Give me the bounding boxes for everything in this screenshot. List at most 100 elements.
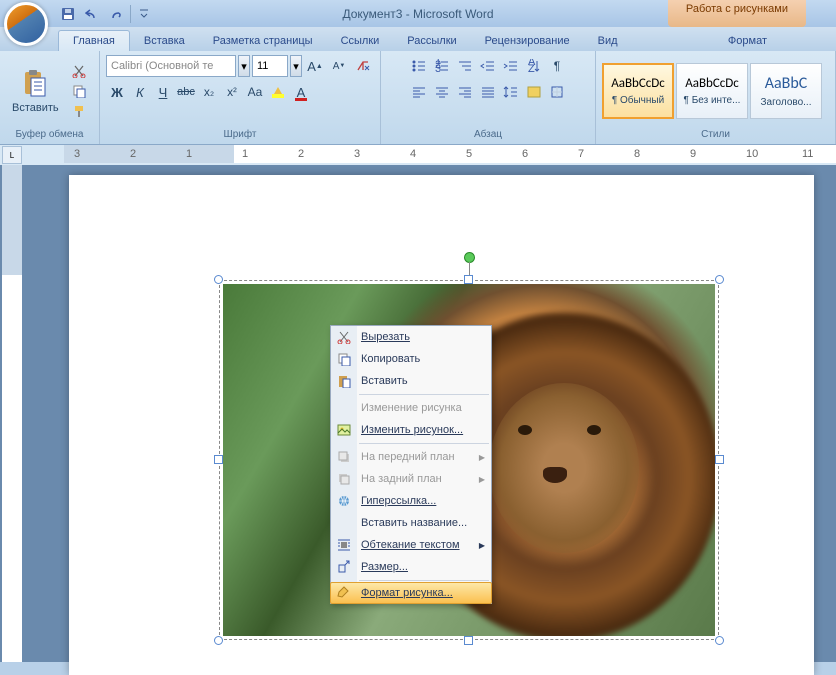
italic-icon[interactable]: К xyxy=(129,81,151,103)
grow-font-icon[interactable]: A▲ xyxy=(304,55,326,77)
horizontal-ruler[interactable]: 321123456789101112 xyxy=(64,145,836,163)
undo-icon[interactable] xyxy=(82,4,102,24)
bring-front-icon xyxy=(335,448,353,466)
clear-format-icon[interactable] xyxy=(352,55,374,77)
borders-icon[interactable] xyxy=(546,81,568,103)
highlight-icon[interactable] xyxy=(267,81,289,103)
copy-icon xyxy=(335,350,353,368)
vertical-ruler[interactable] xyxy=(2,165,22,662)
resize-handle-n[interactable] xyxy=(464,275,473,284)
superscript-icon[interactable]: x² xyxy=(221,81,243,103)
tab-mailings[interactable]: Рассылки xyxy=(393,31,470,51)
lion-eye xyxy=(518,425,532,435)
indent-inc-icon[interactable] xyxy=(500,55,522,77)
menu-label: Вставить название... xyxy=(361,517,467,529)
menu-insert-caption[interactable]: Вставить название... xyxy=(331,512,491,534)
wrap-icon xyxy=(335,536,353,554)
tab-insert[interactable]: Вставка xyxy=(130,31,199,51)
ruler-tick: 3 xyxy=(354,148,360,160)
tab-view[interactable]: Вид xyxy=(584,31,632,51)
menu-label: Размер... xyxy=(361,561,408,573)
font-color-icon[interactable]: A xyxy=(290,81,312,103)
pilcrow-icon[interactable]: ¶ xyxy=(546,55,568,77)
tab-review[interactable]: Рецензирование xyxy=(471,31,584,51)
justify-icon[interactable] xyxy=(477,81,499,103)
svg-text:3: 3 xyxy=(435,63,441,73)
tab-selector-icon[interactable]: L xyxy=(2,146,22,164)
format-painter-icon[interactable] xyxy=(69,102,89,120)
align-left-icon[interactable] xyxy=(408,81,430,103)
menu-size[interactable]: Размер... xyxy=(331,556,491,578)
align-center-icon[interactable] xyxy=(431,81,453,103)
style-no-spacing[interactable]: AaBbCcDc ¶ Без инте... xyxy=(676,63,748,119)
subscript-icon[interactable]: x₂ xyxy=(198,81,220,103)
send-back-icon xyxy=(335,470,353,488)
redo-icon[interactable] xyxy=(106,4,126,24)
menu-label: Копировать xyxy=(361,353,420,365)
bullets-icon[interactable] xyxy=(408,55,430,77)
menu-paste[interactable]: Вставить xyxy=(331,370,491,392)
bold-icon[interactable]: Ж xyxy=(106,81,128,103)
picture-icon xyxy=(335,421,353,439)
hyperlink-icon xyxy=(335,492,353,510)
style-label: ¶ Обычный xyxy=(612,95,664,106)
paste-icon xyxy=(335,372,353,390)
line-spacing-icon[interactable] xyxy=(500,81,522,103)
tab-home[interactable]: Главная xyxy=(58,30,130,51)
menu-label: Формат рисунка... xyxy=(361,587,453,599)
change-case-icon[interactable]: Aa xyxy=(244,81,266,103)
numbering-icon[interactable]: 123 xyxy=(431,55,453,77)
tab-references[interactable]: Ссылки xyxy=(327,31,394,51)
strike-icon[interactable]: abc xyxy=(175,81,197,103)
ruler-area: L 321123456789101112 xyxy=(0,145,836,165)
group-clipboard: Вставить Буфер обмена xyxy=(0,51,100,144)
font-name-input[interactable]: Calibri (Основной те xyxy=(106,55,236,77)
font-size-input[interactable]: 11 xyxy=(252,55,288,77)
shrink-font-icon[interactable]: A▼ xyxy=(328,55,350,77)
style-normal[interactable]: AaBbCcDc ¶ Обычный xyxy=(602,63,674,119)
menu-format-picture[interactable]: Формат рисунка... xyxy=(330,582,492,604)
quick-access-toolbar xyxy=(58,4,153,24)
tab-layout[interactable]: Разметка страницы xyxy=(199,31,327,51)
submenu-arrow-icon: ▶ xyxy=(479,453,485,462)
save-icon[interactable] xyxy=(58,4,78,24)
ruler-tick: 9 xyxy=(690,148,696,160)
office-button[interactable] xyxy=(4,2,48,46)
shading-icon[interactable] xyxy=(523,81,545,103)
ribbon: Вставить Буфер обмена Calibri (Основной … xyxy=(0,51,836,145)
align-right-icon[interactable] xyxy=(454,81,476,103)
title-bar: Документ3 - Microsoft Word Работа с рису… xyxy=(0,0,836,27)
resize-handle-w[interactable] xyxy=(214,455,223,464)
menu-copy[interactable]: Копировать xyxy=(331,348,491,370)
cut-icon[interactable] xyxy=(69,62,89,80)
menu-change-image[interactable]: Изменить рисунок... xyxy=(331,419,491,441)
qat-dropdown-icon[interactable] xyxy=(135,5,153,23)
sort-icon[interactable]: AZ xyxy=(523,55,545,77)
style-heading1[interactable]: AaBbC Заголово... xyxy=(750,63,822,119)
window-title: Документ3 - Microsoft Word xyxy=(342,7,493,21)
ruler-tick: 8 xyxy=(634,148,640,160)
resize-handle-se[interactable] xyxy=(715,636,724,645)
menu-separator xyxy=(359,443,489,444)
style-sample: AaBbC xyxy=(765,74,808,93)
menu-hyperlink[interactable]: Гиперссылка... xyxy=(331,490,491,512)
tab-format[interactable]: Формат xyxy=(714,31,781,51)
menu-text-wrap[interactable]: Обтекание текстом▶ xyxy=(331,534,491,556)
resize-handle-ne[interactable] xyxy=(715,275,724,284)
copy-icon[interactable] xyxy=(69,82,89,100)
resize-handle-e[interactable] xyxy=(715,455,724,464)
paste-button[interactable]: Вставить xyxy=(6,64,65,118)
context-tool-tab: Работа с рисунками xyxy=(668,0,806,27)
underline-icon[interactable]: Ч xyxy=(152,81,174,103)
resize-handle-sw[interactable] xyxy=(214,636,223,645)
font-size-dropdown-icon[interactable]: ▾ xyxy=(290,55,302,77)
multilevel-icon[interactable] xyxy=(454,55,476,77)
resize-handle-s[interactable] xyxy=(464,636,473,645)
indent-dec-icon[interactable] xyxy=(477,55,499,77)
submenu-arrow-icon: ▶ xyxy=(479,475,485,484)
style-sample: AaBbCcDc xyxy=(685,76,739,91)
resize-handle-nw[interactable] xyxy=(214,275,223,284)
menu-cut[interactable]: Вырезать xyxy=(331,326,491,348)
ruler-tick: 3 xyxy=(74,148,80,160)
font-name-dropdown-icon[interactable]: ▾ xyxy=(238,55,250,77)
